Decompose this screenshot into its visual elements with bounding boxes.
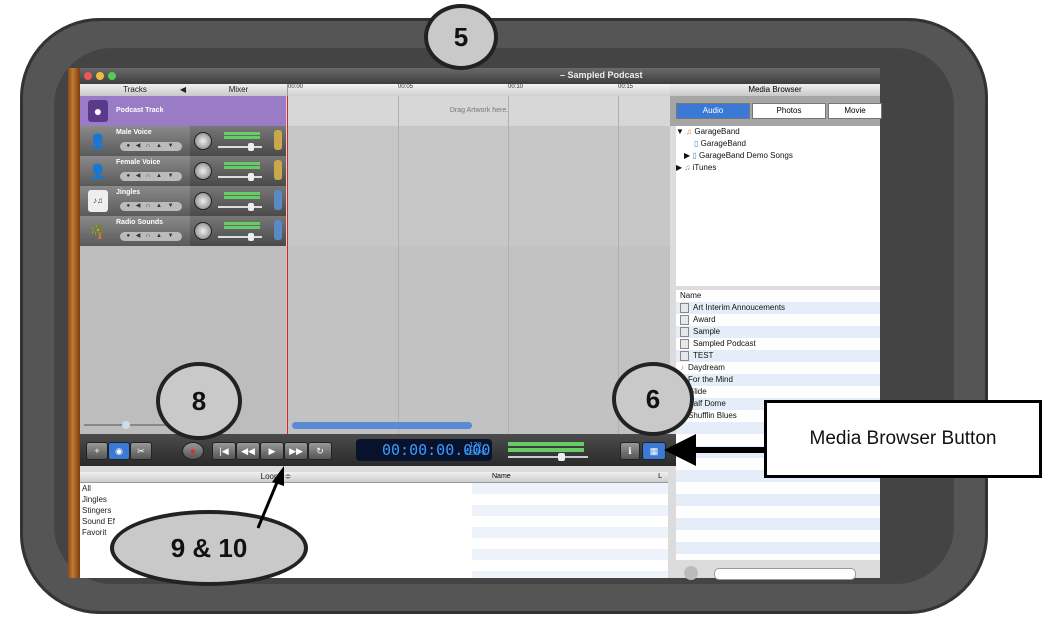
play-arrow-head	[272, 466, 284, 486]
callout-arrow-head	[664, 434, 696, 466]
annotation-arrows	[256, 434, 764, 529]
play-arrow-line	[256, 479, 280, 529]
